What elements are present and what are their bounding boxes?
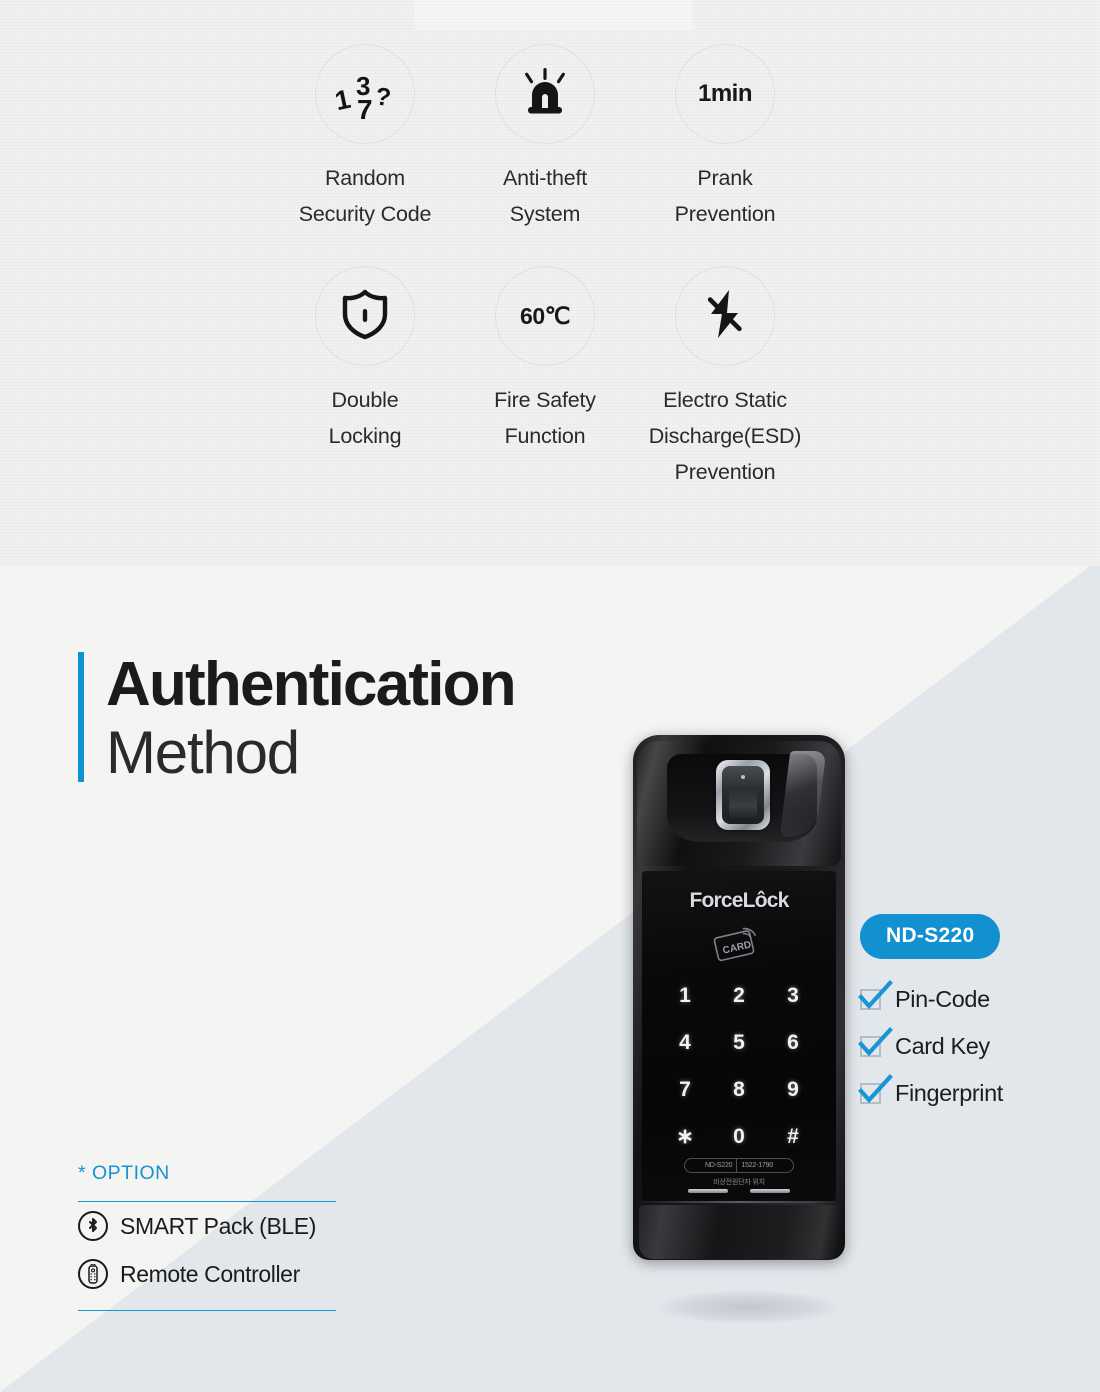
checkbox-checked-icon	[858, 1026, 893, 1057]
keypad-key[interactable]: ∗	[658, 1120, 712, 1154]
keypad-key[interactable]: 7	[658, 1073, 712, 1107]
feature-icon-circle: 1 3 7 ?	[315, 44, 415, 144]
feature-icon-circle: 1min	[675, 44, 775, 144]
page-title: Authentication Method	[78, 650, 517, 786]
temperature-icon: 60℃	[520, 302, 570, 329]
remote-controller-icon	[78, 1259, 108, 1289]
lock-body-seam	[643, 1201, 835, 1203]
feature-label: Anti-theft System	[502, 166, 588, 226]
fingerprint-reader-inner	[722, 766, 764, 824]
bluetooth-icon	[78, 1211, 108, 1241]
option-section: * OPTION SMART Pack (BLE) Remote Control…	[78, 1162, 336, 1311]
battery-contact	[688, 1189, 728, 1193]
method-label: Card Key	[895, 1032, 990, 1059]
product-brand-logo: ForceLôck	[689, 889, 790, 912]
feature-icon-circle	[675, 266, 775, 366]
feature-label: Random Security Code	[298, 166, 432, 226]
keypad[interactable]: 1 2 3 4 5 6 7 8 9 ∗ 0 #	[658, 979, 820, 1154]
lock-touch-panel: ForceLôck CARD 1 2 3 4 5 6 7 8 9 ∗ 0 # N…	[642, 871, 836, 1201]
list-item: SMART Pack (BLE)	[78, 1202, 336, 1250]
svg-text:?: ?	[374, 82, 393, 112]
feature-highlights-section: 1 3 7 ? Random Security Code Anti-theft …	[0, 0, 1100, 566]
svg-text:1: 1	[334, 83, 353, 115]
keypad-key[interactable]: 5	[712, 1026, 766, 1060]
product-image-nd-s220: ForceLôck CARD 1 2 3 4 5 6 7 8 9 ∗ 0 # N…	[625, 735, 855, 1265]
feature-label: Prank Prevention	[674, 166, 776, 226]
feature-esd-prevention: Electro Static Discharge(ESD) Prevention	[625, 266, 825, 490]
svg-text:7: 7	[357, 94, 373, 121]
feature-double-locking: Double Locking	[265, 266, 465, 454]
auth-title-sub: Method	[106, 719, 300, 786]
feature-random-security-code: 1 3 7 ? Random Security Code	[265, 44, 465, 232]
shield-lock-icon	[340, 288, 390, 345]
list-item: Fingerprint	[858, 1072, 1003, 1114]
device-phone-text: 1522-1790	[741, 1162, 774, 1169]
feature-fire-safety-function: 60℃ Fire Safety Function	[445, 266, 645, 454]
status-badge: ND-S220	[860, 914, 1001, 959]
siren-alarm-icon	[519, 67, 571, 122]
device-notice-text: 비상전원단자 위치	[713, 1179, 765, 1186]
list-item: Pin-Code	[858, 978, 1003, 1020]
label-divider	[736, 1159, 738, 1172]
keypad-key[interactable]: 9	[766, 1073, 820, 1107]
checkbox-checked-icon	[858, 979, 893, 1010]
feature-icon-circle	[495, 44, 595, 144]
keypad-key[interactable]: 6	[766, 1026, 820, 1060]
list-item: Remote Controller	[78, 1250, 336, 1298]
option-title: * OPTION	[78, 1162, 170, 1184]
keypad-key[interactable]: 0	[712, 1120, 766, 1154]
method-label: Pin-Code	[895, 985, 990, 1012]
one-minute-icon: 1min	[697, 80, 753, 107]
checkbox-checked-icon	[858, 1073, 893, 1104]
method-label: Fingerprint	[895, 1079, 1003, 1106]
auth-title-main: Authentication	[106, 650, 517, 719]
feature-icon-circle	[315, 266, 415, 366]
title-accent-bar	[78, 652, 84, 782]
lock-bottom-cover	[639, 1205, 839, 1259]
feature-prank-prevention: 1min Prank Prevention	[625, 44, 825, 232]
device-model-text: ND-S220	[704, 1162, 733, 1169]
fingerprint-indicator-dot	[741, 775, 745, 779]
keypad-key[interactable]: 1	[658, 979, 712, 1013]
feature-label: Fire Safety Function	[494, 388, 596, 448]
product-detail-page: 1 3 7 ? Random Security Code Anti-theft …	[0, 0, 1100, 1392]
option-divider-bottom	[78, 1310, 336, 1311]
card-tag-icon: CARD	[713, 923, 765, 968]
keypad-key[interactable]: 2	[712, 979, 766, 1013]
keypad-key[interactable]: 8	[712, 1073, 766, 1107]
keypad-key[interactable]: 4	[658, 1026, 712, 1060]
fingerprint-sensor-pad	[729, 788, 757, 818]
list-item: Card Key	[858, 1025, 1003, 1067]
feature-anti-theft-system: Anti-theft System	[445, 44, 645, 232]
option-label: SMART Pack (BLE)	[120, 1212, 316, 1239]
lock-top-shell	[637, 741, 841, 866]
keypad-key[interactable]: #	[766, 1120, 820, 1154]
random-number-icon: 1 3 7 ?	[332, 63, 396, 126]
authentication-methods-list: Pin-Code Card Key Fingerprint	[858, 978, 1003, 1119]
feature-label: Double Locking	[328, 388, 402, 448]
no-electricity-icon	[698, 287, 752, 346]
fingerprint-reader[interactable]	[716, 760, 770, 830]
option-label: Remote Controller	[120, 1260, 300, 1287]
feature-label: Electro Static Discharge(ESD) Prevention	[648, 388, 802, 484]
device-battery-contacts	[642, 1189, 836, 1193]
device-model-label: ND-S220 1522-1790	[684, 1158, 794, 1173]
product-drop-shadow	[655, 1290, 840, 1324]
battery-contact	[750, 1189, 790, 1193]
keypad-key[interactable]: 3	[766, 979, 820, 1013]
feature-icon-circle: 60℃	[495, 266, 595, 366]
feature-grid: 1 3 7 ? Random Security Code Anti-theft …	[0, 0, 1100, 566]
